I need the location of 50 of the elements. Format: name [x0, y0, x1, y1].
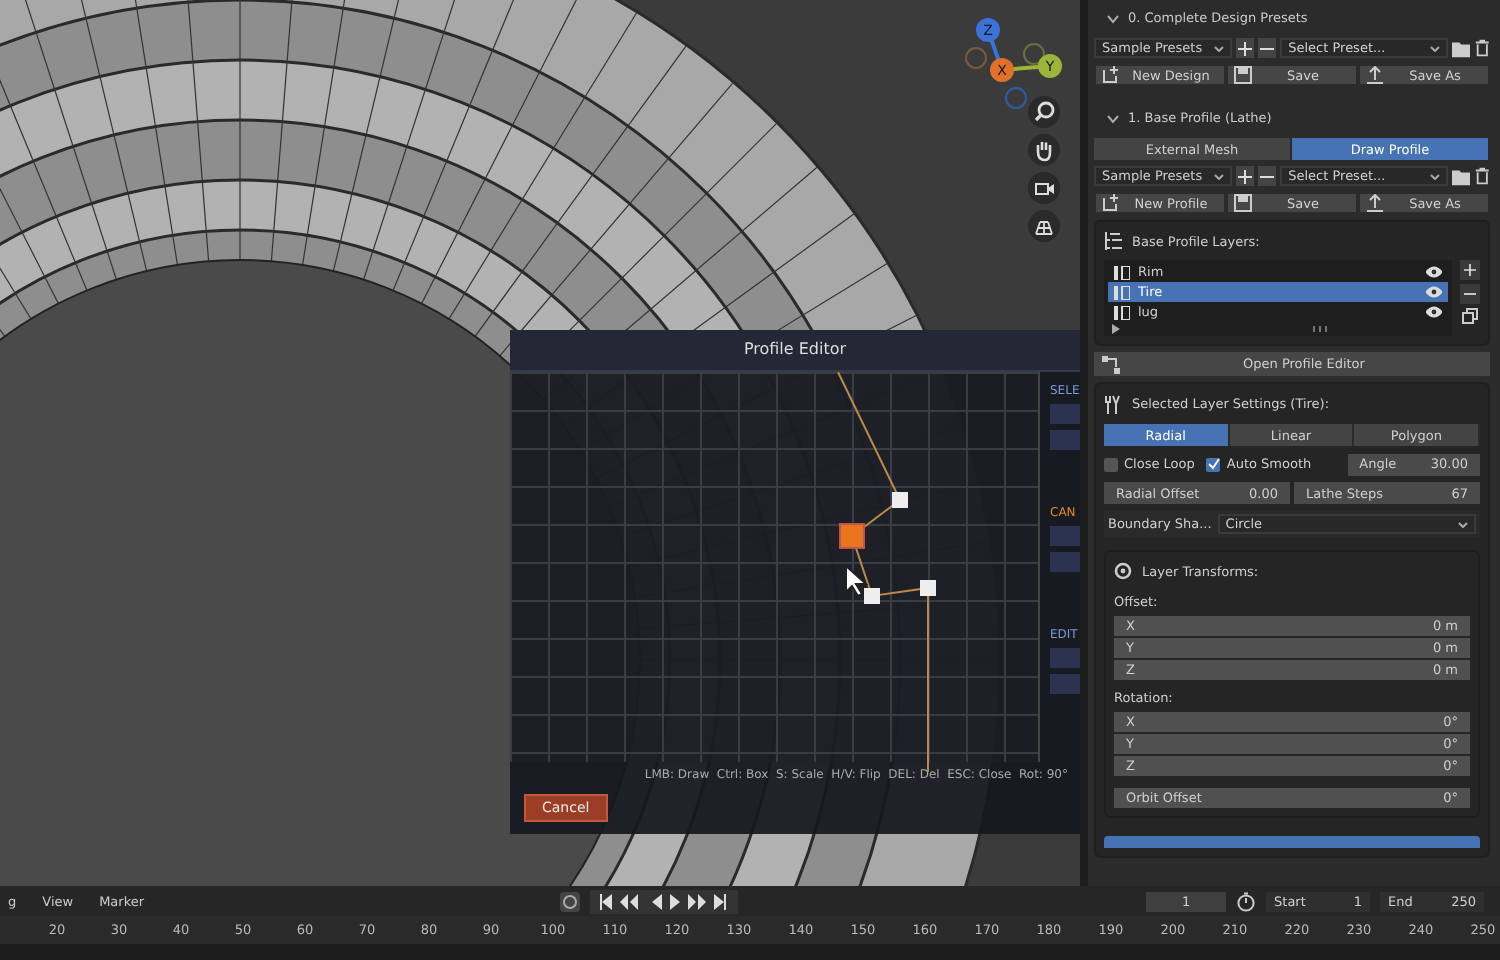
caret-icon	[1213, 45, 1224, 51]
copy-icon[interactable]	[1462, 308, 1478, 324]
new-file-icon	[1102, 66, 1120, 84]
caret-icon	[1429, 45, 1440, 51]
caret-icon	[1458, 521, 1468, 527]
grid-icon[interactable]	[1028, 210, 1060, 242]
record-icon[interactable]	[560, 891, 581, 911]
nodes-icon	[1102, 355, 1120, 373]
remove-layer-button[interactable]	[1460, 284, 1480, 304]
upload-icon	[1366, 194, 1384, 212]
window-title: Profile Editor	[510, 330, 1080, 372]
playback-controls-drawing[interactable]	[590, 889, 739, 913]
eye-icon[interactable]	[1426, 266, 1442, 278]
eye-icon[interactable]	[1426, 286, 1442, 298]
new-file-icon	[1102, 194, 1120, 212]
stopwatch-icon[interactable]	[1236, 891, 1257, 911]
resize-grip-icon[interactable]	[1312, 325, 1328, 331]
upload-icon	[1366, 66, 1384, 84]
remove-button[interactable]	[1257, 166, 1277, 186]
plus-icon	[1237, 169, 1252, 183]
minus-icon	[1464, 288, 1476, 300]
hand-icon[interactable]	[1028, 134, 1060, 166]
trash-icon[interactable]	[1473, 38, 1491, 58]
layer-icon	[1114, 265, 1130, 279]
remove-button[interactable]	[1257, 38, 1277, 58]
checkbox-square[interactable]	[1104, 457, 1118, 471]
trash-icon[interactable]	[1473, 166, 1491, 186]
add-button[interactable]	[1235, 38, 1254, 58]
zoom-icon[interactable]	[1028, 96, 1060, 128]
cursor-icon	[844, 564, 868, 596]
caret-icon	[1213, 173, 1224, 179]
layers-icon	[1104, 232, 1122, 250]
camera-icon[interactable]	[1028, 172, 1060, 204]
add-layer-button[interactable]	[1460, 260, 1480, 280]
layer-icon	[1114, 285, 1130, 299]
add-button[interactable]	[1235, 166, 1254, 186]
plus-icon	[1237, 41, 1252, 55]
eye-icon[interactable]	[1426, 306, 1442, 318]
play-icon[interactable]	[1112, 323, 1120, 333]
folder-icon[interactable]	[1451, 167, 1470, 185]
check-icon	[1207, 458, 1220, 470]
transform-icon	[1114, 562, 1132, 580]
plus-icon	[1464, 264, 1476, 276]
chevron-icon[interactable]	[1106, 13, 1120, 23]
wrench-icon	[1104, 394, 1122, 414]
layer-icon	[1114, 305, 1130, 319]
chevron-icon[interactable]	[1106, 113, 1120, 123]
folder-icon[interactable]	[1451, 39, 1470, 57]
checkbox-square[interactable]	[1206, 457, 1221, 471]
caret-icon	[1429, 173, 1440, 179]
